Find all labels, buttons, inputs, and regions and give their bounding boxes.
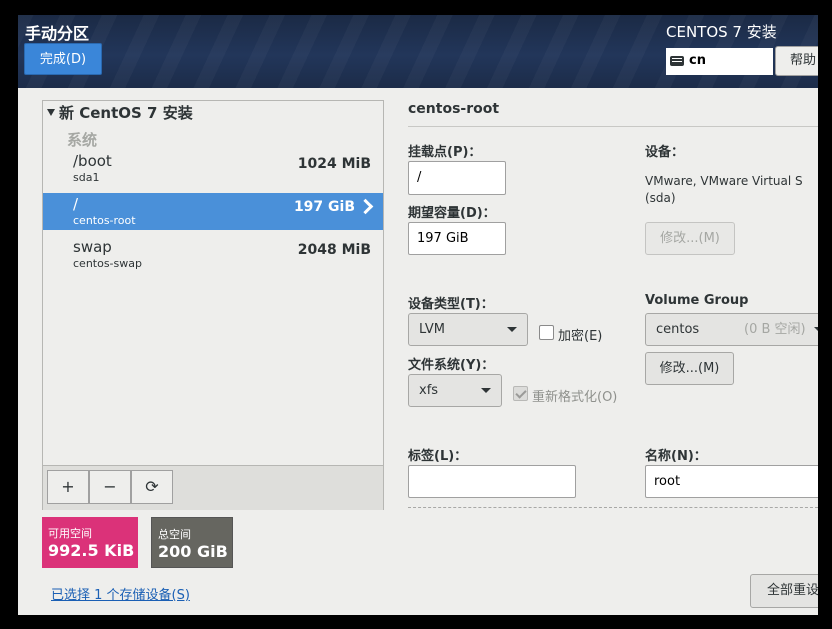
desired-capacity-input[interactable]: 197 GiB <box>408 222 506 255</box>
keyboard-layout-value: cn <box>689 53 706 68</box>
reformat-checkbox[interactable] <box>513 386 528 401</box>
refresh-button[interactable]: ⟳ <box>131 470 173 504</box>
device-value: VMware, VMware Virtual S <box>645 174 803 188</box>
mount-point: /boot <box>73 152 112 170</box>
divider <box>408 126 818 127</box>
keyboard-icon <box>670 56 684 66</box>
tree-root-label: 新 CentOS 7 安装 <box>59 104 193 122</box>
partition-size: 2048 MiB <box>297 242 371 258</box>
reset-all-button[interactable]: 全部重设 <box>750 574 818 608</box>
encrypt-label: 加密(E) <box>558 329 603 344</box>
device-name: sda1 <box>73 171 100 184</box>
mount-point-input[interactable]: / <box>408 161 506 195</box>
storage-devices-link[interactable]: 已选择 1 个存储设备(S) <box>51 584 190 603</box>
partition-tree-panel: 新 CentOS 7 安装 系统 /boot sda1 1024 MiB / c… <box>42 100 384 510</box>
filesystem-dropdown[interactable]: xfs <box>408 374 502 407</box>
volume-group-value: centos <box>656 322 700 337</box>
section-system-label: 系统 <box>67 131 98 149</box>
mount-point: / <box>73 195 79 213</box>
partition-toolbar: + − ⟳ <box>43 465 383 510</box>
device-type-value: LVM <box>419 322 445 337</box>
chevron-down-icon <box>814 327 818 332</box>
expander-icon[interactable] <box>47 109 55 116</box>
device-name: centos-swap <box>73 257 142 270</box>
mount-point: swap <box>73 238 112 256</box>
partition-row-swap[interactable]: swap centos-swap 2048 MiB <box>43 236 383 273</box>
available-space-value: 992.5 KiB <box>48 541 135 560</box>
available-space-label: 可用空间 <box>48 527 92 540</box>
chevron-right-icon <box>357 198 374 215</box>
tag-input[interactable] <box>408 465 576 498</box>
available-space-box: 可用空间 992.5 KiB <box>42 517 138 568</box>
filesystem-label: 文件系统(Y)： <box>408 358 495 373</box>
total-space-value: 200 GiB <box>158 542 228 561</box>
device-label: 设备： <box>645 145 685 160</box>
tag-label: 标签(L)： <box>408 449 468 464</box>
mount-point-label: 挂载点(P)： <box>408 145 482 160</box>
filesystem-value: xfs <box>419 383 439 398</box>
volume-group-free: (0 B 空闲) <box>744 322 806 337</box>
page-title: 手动分区 <box>25 24 90 43</box>
name-input[interactable]: root <box>645 465 818 498</box>
dashed-divider <box>408 507 818 508</box>
installer-window: 手动分区 完成(D) CENTOS 7 安装 cn 帮助 新 CentOS 7 … <box>18 15 818 615</box>
total-space-box: 总空间 200 GiB <box>151 517 233 568</box>
partition-title: centos-root <box>408 101 500 117</box>
volume-group-label: Volume Group <box>645 293 749 308</box>
total-space-label: 总空间 <box>158 528 191 541</box>
help-button[interactable]: 帮助 <box>775 46 818 76</box>
partition-row-root[interactable]: / centos-root 197 GiB <box>43 193 383 230</box>
keyboard-layout-indicator[interactable]: cn <box>666 48 773 75</box>
done-button[interactable]: 完成(D) <box>24 43 102 75</box>
device-sub-value: (sda) <box>645 191 676 205</box>
partition-size: 197 GiB <box>293 199 355 215</box>
desired-capacity-label: 期望容量(D)： <box>408 206 496 221</box>
encrypt-checkbox[interactable] <box>539 325 554 340</box>
name-label: 名称(N)： <box>645 449 707 464</box>
modify-volume-group-button[interactable]: 修改...(M) <box>645 352 734 385</box>
add-partition-button[interactable]: + <box>47 470 89 504</box>
tree-root[interactable]: 新 CentOS 7 安装 <box>47 102 193 123</box>
product-title: CENTOS 7 安装 <box>666 23 777 41</box>
chevron-down-icon <box>507 327 517 332</box>
reformat-label: 重新格式化(O) <box>532 390 618 405</box>
modify-device-button[interactable]: 修改...(M) <box>645 222 735 255</box>
volume-group-dropdown[interactable]: centos (0 B 空闲) <box>645 313 818 346</box>
device-type-label: 设备类型(T)： <box>408 297 494 312</box>
device-name: centos-root <box>73 214 136 227</box>
chevron-down-icon <box>481 388 491 393</box>
remove-partition-button[interactable]: − <box>89 470 131 504</box>
partition-row-boot[interactable]: /boot sda1 1024 MiB <box>43 150 383 187</box>
partition-size: 1024 MiB <box>297 156 371 172</box>
header-bar: 手动分区 完成(D) CENTOS 7 安装 cn 帮助 <box>18 15 818 88</box>
device-type-dropdown[interactable]: LVM <box>408 313 528 346</box>
